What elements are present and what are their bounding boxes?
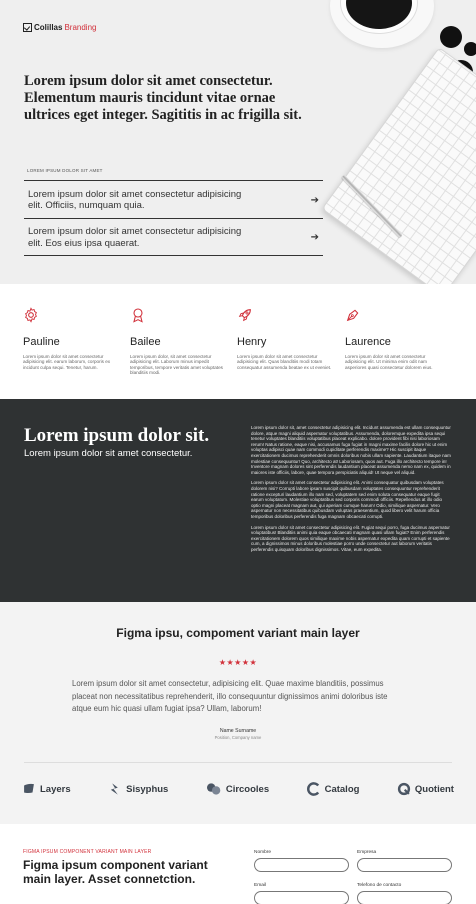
paragraph: Lorem ipsum dolor sit amet consectetur a… — [251, 524, 450, 552]
brand-name: Circooles — [225, 783, 270, 795]
layers-logo-icon — [24, 783, 34, 794]
contact-label: FIGMA IPSUM COMPONENT VARIANT MAIN LAYER — [23, 849, 152, 855]
hero-link-list: Lorem ipsum dolor sit amet consectetur a… — [24, 180, 323, 256]
brand-name: Sisyphus — [126, 783, 169, 795]
testimonial-author: Name Surname — [219, 728, 257, 734]
pen-nib-icon — [346, 309, 359, 322]
feature-name: Henry — [237, 336, 267, 348]
brand-name: Layers — [40, 783, 71, 795]
contact-section: FIGMA IPSUM COMPONENT VARIANT MAIN LAYER… — [0, 824, 476, 904]
company-field-label: Empresa — [357, 850, 377, 855]
brand-name: Quotient — [414, 783, 454, 795]
sisyphus-logo-icon — [110, 783, 118, 795]
email-field-label: Email — [254, 883, 266, 888]
hero-link[interactable]: Lorem ipsum dolor sit amet consectetur a… — [24, 180, 323, 218]
keyboard-image — [321, 47, 476, 284]
rocket-icon — [238, 309, 251, 322]
berry-decoration — [440, 26, 462, 48]
testimonial-quote: Lorem ipsum dolor sit amet consectetur, … — [72, 679, 388, 713]
brand-name-part1: Colillas — [34, 23, 63, 32]
feature-desc: Lorem ipsum dolor sit amet consectetur a… — [23, 354, 111, 370]
brand-logo-row: Layers Sisyphus Circooles Catalog Quotie… — [22, 782, 454, 796]
brand-name-part2: Branding — [64, 23, 97, 32]
arrow-right-icon: ➔ — [310, 232, 319, 243]
feature-desc: Lorem ipsum dolor sit amet consectetur a… — [237, 354, 332, 370]
phone-field-label: Telefono de contacto — [357, 883, 402, 888]
dark-section-title: Lorem ipsum dolor sit. — [24, 425, 210, 446]
hero-link-text: Lorem ipsum dolor sit amet consectetur a… — [28, 188, 242, 212]
feature-name: Pauline — [23, 336, 60, 348]
brand-logo[interactable]: Colillas Branding — [23, 23, 96, 32]
features-section: Pauline Lorem ipsum dolor sit amet conse… — [0, 284, 476, 399]
gear-icon — [25, 307, 37, 323]
coffee-cup-image — [330, 0, 434, 48]
hero-link[interactable]: Lorem ipsum dolor sit amet consectetur a… — [24, 218, 323, 256]
star-rating: ★★★★★ — [218, 658, 258, 667]
catalog-logo-icon — [306, 782, 319, 796]
testimonial-title: Figma ipsu, compoment variant main layer — [116, 626, 360, 640]
hero-links-label: LOREM IPSUM DOLOR SIT AMET — [27, 168, 103, 173]
contact-title: Figma ipsum component variant main layer… — [23, 858, 208, 886]
brand-name: Catalog — [324, 783, 360, 795]
brand-catalog[interactable]: Catalog — [306, 782, 360, 796]
feature-name: Bailee — [130, 336, 161, 348]
quotient-logo-icon — [397, 782, 411, 796]
feature-desc: Lorem ipsum dolor sit amet consectetur a… — [345, 354, 433, 370]
award-ribbon-icon — [133, 308, 143, 323]
feature-desc: Lorem ipsum dolor, sit amet consectetur … — [130, 354, 223, 376]
email-field[interactable] — [254, 891, 349, 904]
feature-name: Laurence — [345, 336, 391, 348]
name-field[interactable] — [254, 858, 349, 872]
paragraph: Lorem ipsum dolor sit, amet consectetur … — [251, 425, 451, 475]
testimonial-position: Position, Company name — [214, 735, 262, 740]
paragraph: Lorem ipsum dolor sit amet consectetur a… — [251, 480, 444, 519]
divider — [24, 762, 452, 763]
dark-info-section: Lorem ipsum dolor sit. Lorem ipsum dolor… — [0, 399, 476, 602]
testimonial-section: Figma ipsu, compoment variant main layer… — [0, 602, 476, 824]
berry-decoration — [464, 42, 476, 56]
company-field[interactable] — [357, 858, 452, 872]
dark-section-body: Lorem ipsum dolor sit, amet consectetur … — [251, 425, 452, 557]
circooles-logo-icon — [206, 783, 221, 795]
arrow-right-icon: ➔ — [310, 194, 319, 206]
dark-section-subtitle: Lorem ipsum dolor sit amet consectetur. — [24, 448, 193, 459]
hero-title: Lorem ipsum dolor sit amet consectetur. … — [24, 73, 302, 123]
hero-section: Colillas Branding Lorem ipsum dolor sit … — [0, 0, 476, 284]
brand-layers[interactable]: Layers — [22, 782, 71, 796]
phone-field[interactable] — [357, 891, 452, 904]
brand-quotient[interactable]: Quotient — [397, 782, 454, 796]
name-field-label: Nombre — [254, 850, 272, 855]
brand-circooles[interactable]: Circooles — [206, 782, 269, 796]
hero-link-text: Lorem ipsum dolor sit amet consectetur a… — [28, 226, 242, 249]
brand-sisyphus[interactable]: Sisyphus — [108, 782, 168, 796]
logo-check-icon — [23, 23, 32, 32]
